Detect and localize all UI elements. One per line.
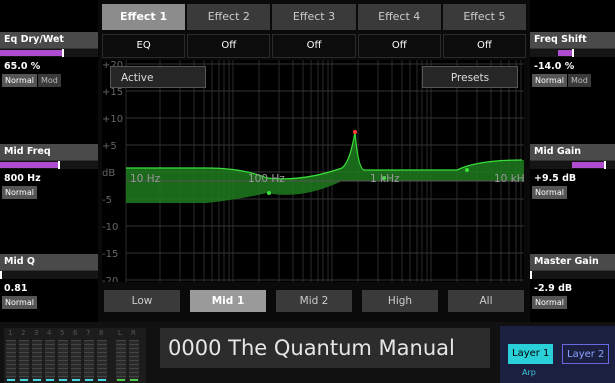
y-tick-label: -5: [102, 195, 112, 206]
param-mid-gain[interactable]: Mid Gain +9.5 dB Normal: [530, 144, 615, 199]
effect-slot-row: EQ Off Off Off Off: [102, 34, 527, 58]
right-param-panel: Freq Shift -14.0 % Normal Mod Mid Gain +…: [530, 0, 615, 322]
y-tick-label: -10: [102, 222, 118, 233]
param-value: -14.0 %: [534, 61, 575, 72]
param-value: 65.0 %: [4, 61, 41, 72]
meter-channel-L: [116, 340, 126, 381]
param-name: Master Gain: [530, 254, 615, 270]
eq-point-low: [267, 191, 271, 195]
param-name: Eq Dry/Wet: [0, 32, 98, 48]
mode-normal-button[interactable]: Normal: [2, 74, 37, 87]
tab-effect-1[interactable]: Effect 1: [102, 4, 186, 30]
param-name: Mid Freq: [0, 144, 98, 160]
effect-slot-4[interactable]: Off: [357, 34, 441, 58]
meter-channel-R: [129, 340, 139, 381]
y-tick-label: +10: [102, 114, 123, 125]
mode-normal-button[interactable]: Normal: [532, 296, 567, 309]
band-high-button[interactable]: High: [362, 290, 438, 312]
eq-curve-plot[interactable]: +20+15+10+5dB-5-10-15-20 10 Hz100 Hz1 kH…: [102, 60, 524, 282]
x-tick-label: 10 Hz: [130, 173, 161, 185]
x-tick-label: 10 kHz: [494, 173, 524, 185]
mode-normal-button[interactable]: Normal: [532, 186, 567, 199]
tab-effect-2[interactable]: Effect 2: [187, 4, 271, 30]
param-master-gain[interactable]: Master Gain -2.9 dB Normal: [530, 254, 615, 309]
mode-normal-button[interactable]: Normal: [2, 186, 37, 199]
meter-channel-4: [45, 340, 55, 381]
mode-mod-button[interactable]: Mod: [567, 74, 591, 87]
mode-mod-button[interactable]: Mod: [37, 74, 61, 87]
y-tick-label: dB: [102, 168, 115, 179]
meter-channel-3: [32, 340, 42, 381]
preset-name-display[interactable]: 0000 The Quantum Manual: [160, 328, 490, 368]
param-name: Mid Gain: [530, 144, 615, 160]
tab-effect-4[interactable]: Effect 4: [357, 4, 441, 30]
effect-tabs: Effect 1 Effect 2 Effect 3 Effect 4 Effe…: [102, 4, 527, 30]
layer-1-button[interactable]: Layer 1: [508, 344, 554, 364]
tab-effect-3[interactable]: Effect 3: [272, 4, 356, 30]
x-tick-label: 100 Hz: [248, 173, 285, 185]
param-slider[interactable]: [530, 270, 615, 279]
y-tick-label: +5: [102, 141, 117, 152]
layer-2-button[interactable]: Layer 2: [562, 344, 610, 364]
bottom-bar: 12345678LR 0000 The Quantum Manual Layer…: [0, 322, 615, 383]
param-slider[interactable]: [0, 160, 98, 169]
effect-slot-5[interactable]: Off: [442, 34, 527, 58]
param-freq-shift[interactable]: Freq Shift -14.0 % Normal Mod: [530, 32, 615, 87]
level-meters: 12345678LR: [4, 328, 146, 383]
y-tick-label: -15: [102, 249, 118, 260]
band-selector: Low Mid 1 Mid 2 High All: [104, 290, 524, 312]
meter-channel-1: [6, 340, 16, 381]
tab-effect-5[interactable]: Effect 5: [442, 4, 527, 30]
effect-slot-1[interactable]: EQ: [102, 34, 186, 58]
param-value: +9.5 dB: [534, 173, 577, 184]
param-slider[interactable]: [0, 270, 98, 279]
band-mid1-button[interactable]: Mid 1: [190, 290, 266, 312]
presets-button[interactable]: Presets: [422, 66, 518, 88]
param-value: -2.9 dB: [534, 283, 573, 294]
param-slider[interactable]: [530, 160, 615, 169]
meter-channel-2: [19, 340, 29, 381]
param-name: Mid Q: [0, 254, 98, 270]
effect-slot-2[interactable]: Off: [187, 34, 271, 58]
mode-normal-button[interactable]: Normal: [2, 296, 37, 309]
left-param-panel: Eq Dry/Wet 65.0 % Normal Mod Mid Freq 80…: [0, 0, 98, 322]
layer-selector: Layer 1 Layer 2 Arp: [500, 326, 615, 383]
param-value: 0.81: [4, 283, 28, 294]
y-tick-label: -20: [102, 276, 118, 282]
meter-channel-6: [71, 340, 81, 381]
eq-point-high: [465, 168, 469, 172]
eq-point-mid1: [353, 130, 357, 134]
meter-channel-5: [58, 340, 68, 381]
x-tick-label: 1 kHz: [370, 173, 400, 185]
eq-graph[interactable]: +20+15+10+5dB-5-10-15-20 10 Hz100 Hz1 kH…: [102, 60, 524, 282]
meter-channel-7: [84, 340, 94, 381]
active-toggle-button[interactable]: Active: [110, 66, 206, 88]
effect-slot-3[interactable]: Off: [272, 34, 356, 58]
arp-indicator: Arp: [522, 368, 536, 377]
param-mid-freq[interactable]: Mid Freq 800 Hz Normal: [0, 144, 98, 199]
mode-normal-button[interactable]: Normal: [532, 74, 567, 87]
param-slider[interactable]: [530, 48, 615, 57]
param-value: 800 Hz: [4, 173, 41, 184]
band-mid2-button[interactable]: Mid 2: [276, 290, 352, 312]
param-slider[interactable]: [0, 48, 98, 57]
param-eq-dry-wet[interactable]: Eq Dry/Wet 65.0 % Normal Mod: [0, 32, 98, 87]
band-all-button[interactable]: All: [448, 290, 524, 312]
band-low-button[interactable]: Low: [104, 290, 180, 312]
param-name: Freq Shift: [530, 32, 615, 48]
meter-channel-8: [97, 340, 107, 381]
param-mid-q[interactable]: Mid Q 0.81 Normal: [0, 254, 98, 309]
y-tick-label: +15: [102, 87, 123, 98]
